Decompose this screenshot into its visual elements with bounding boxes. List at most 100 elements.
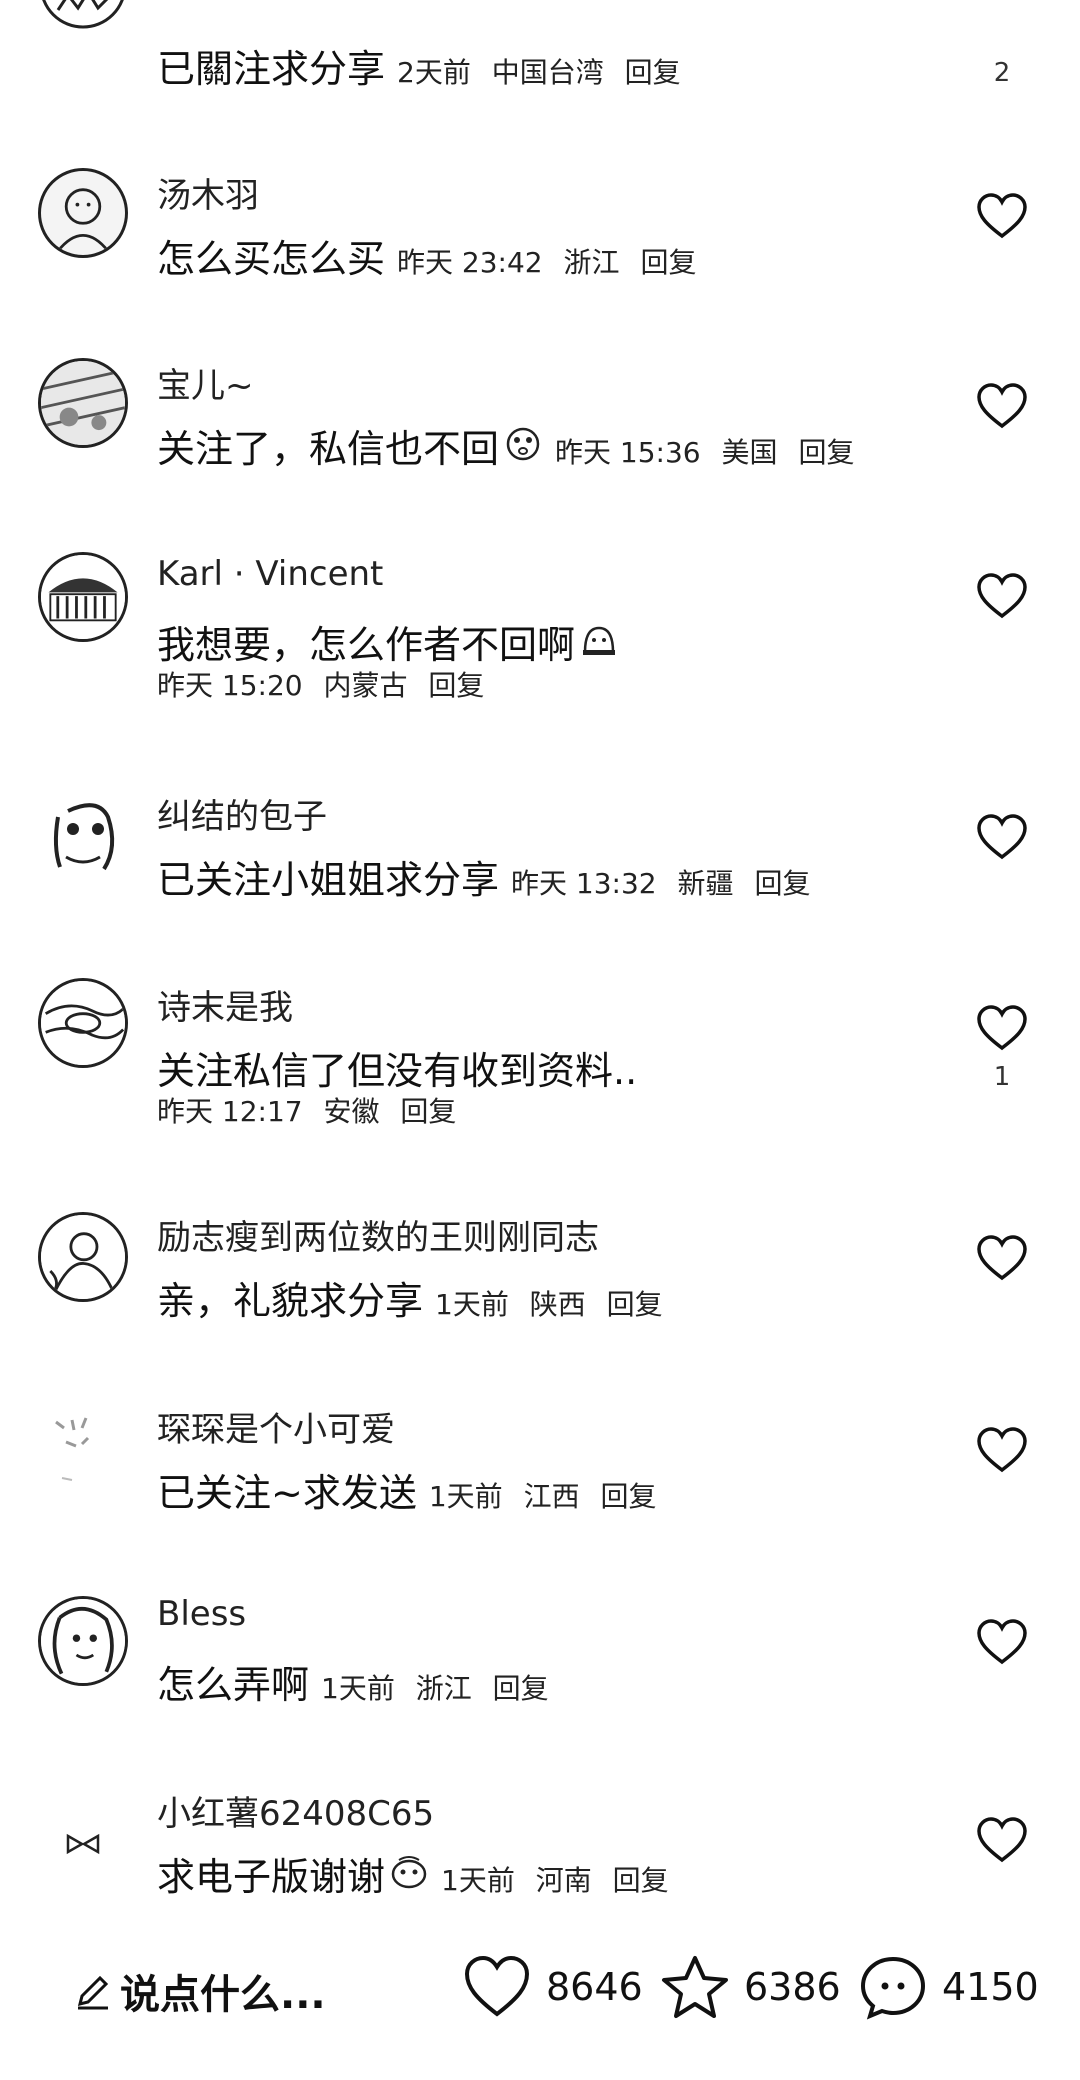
bottom-action-bar: 说点什么... 8646 6386 4150 <box>0 1940 1080 2040</box>
comment-time: 1天前 <box>435 1288 509 1321</box>
comment-meta: 1天前 陕西 回复 <box>435 1283 663 1323</box>
avatar[interactable] <box>38 0 128 30</box>
like-button[interactable] <box>972 813 1032 861</box>
heart-outline-icon <box>977 193 1027 239</box>
favorite-stat-button[interactable]: 6386 <box>660 1954 841 2020</box>
comment-meta: 昨天 13:32 新疆 回复 <box>511 862 810 902</box>
like-button[interactable] <box>972 572 1032 620</box>
comment-stat-button[interactable]: 4150 <box>858 1954 1039 2020</box>
heart-outline-icon <box>977 1817 1027 1863</box>
sticker-emoji-icon <box>389 1850 429 1890</box>
comment-time: 昨天 13:32 <box>511 867 657 900</box>
comment-text: 怎么弄啊 <box>157 1663 310 1707</box>
avatar[interactable] <box>38 787 128 877</box>
comment-time: 1天前 <box>428 1480 503 1513</box>
comment-author[interactable]: Karl · Vincent <box>157 554 383 594</box>
avatar[interactable] <box>38 552 128 642</box>
comment-meta: 昨天 12:17 安徽 回复 <box>157 1090 456 1130</box>
comment-time: 昨天 15:20 <box>157 669 303 702</box>
comment-time: 昨天 12:17 <box>157 1095 303 1128</box>
reply-button[interactable]: 回复 <box>754 867 810 900</box>
heart-outline-icon <box>977 1619 1027 1665</box>
like-stat-button[interactable]: 8646 <box>462 1954 643 2020</box>
comment-time: 2天前 <box>397 56 471 89</box>
like-count: 1 <box>993 1062 1011 1092</box>
avatar[interactable] <box>38 1798 128 1888</box>
heart-outline-icon <box>977 814 1027 860</box>
sticker-emoji-icon <box>503 422 543 462</box>
avatar[interactable] <box>38 1212 128 1302</box>
avatar[interactable] <box>38 358 128 448</box>
like-button[interactable] <box>972 1426 1032 1474</box>
comment-meta: 昨天 15:20 内蒙古 回复 <box>157 664 484 704</box>
reply-button[interactable]: 回复 <box>798 436 854 469</box>
comment-meta: 2天前 中国台湾 回复 <box>397 51 681 91</box>
comment-author[interactable]: 宝儿~ <box>157 358 254 407</box>
heart-outline-icon <box>977 1005 1027 1051</box>
comment-location: 浙江 <box>563 246 620 279</box>
comment-text: 我想要，怎么作者不回啊 <box>157 623 576 667</box>
avatar[interactable] <box>38 168 128 258</box>
comment-text: 关注私信了但没有收到资料.. <box>157 1049 638 1093</box>
like-button[interactable]: 1 <box>972 1004 1032 1092</box>
comment-location: 新疆 <box>677 867 734 900</box>
comment-input-button[interactable]: 说点什么... <box>72 1962 326 2020</box>
comment-text: 怎么买怎么买 <box>157 237 386 281</box>
comment-author[interactable]: 小红薯62408C65 <box>157 1786 434 1835</box>
comment-meta: 昨天 15:36 美国 回复 <box>555 431 854 471</box>
heart-outline-icon <box>977 383 1027 429</box>
comment-text: 求电子版谢谢 <box>157 1855 386 1899</box>
reply-button[interactable]: 回复 <box>607 1288 663 1321</box>
comment-author[interactable]: 汤木羽 <box>157 168 259 217</box>
like-button[interactable]: 2 <box>972 22 1032 88</box>
heart-outline-icon <box>464 1955 530 2017</box>
comment-count: 4150 <box>942 1965 1039 2009</box>
pencil-icon <box>77 1975 109 2010</box>
reply-button[interactable]: 回复 <box>400 1095 456 1128</box>
comment-meta: 1天前 河南 回复 <box>441 1859 669 1899</box>
reply-button[interactable]: 回复 <box>601 1480 657 1513</box>
heart-outline-icon <box>977 573 1027 619</box>
sticker-emoji-icon <box>579 618 619 658</box>
comment-time: 昨天 15:36 <box>555 436 701 469</box>
chat-bubble-icon <box>860 1956 926 2020</box>
comment-author[interactable]: 诗末是我 <box>157 980 293 1029</box>
like-count: 8646 <box>546 1965 643 2009</box>
comment-author[interactable]: Bless <box>157 1594 246 1634</box>
reply-button[interactable]: 回复 <box>625 56 681 89</box>
reply-button[interactable]: 回复 <box>613 1864 669 1897</box>
like-button[interactable] <box>972 382 1032 430</box>
avatar[interactable] <box>38 978 128 1068</box>
avatar[interactable] <box>38 1596 128 1686</box>
like-count: 2 <box>993 58 1011 88</box>
comment-location: 河南 <box>535 1864 592 1897</box>
reply-button[interactable]: 回复 <box>640 246 696 279</box>
like-button[interactable] <box>972 1816 1032 1864</box>
comment-meta: 1天前 浙江 回复 <box>321 1667 549 1707</box>
comment-author[interactable]: 励志瘦到两位数的王则刚同志 <box>157 1210 599 1259</box>
avatar[interactable] <box>38 1402 128 1492</box>
reply-button[interactable]: 回复 <box>493 1672 549 1705</box>
heart-outline-icon <box>977 1427 1027 1473</box>
comment-location: 美国 <box>721 436 778 469</box>
heart-outline-icon <box>977 1235 1027 1281</box>
comment-time: 昨天 23:42 <box>397 246 543 279</box>
comment-author[interactable]: 琛琛是个小可爱 <box>157 1402 395 1451</box>
comment-time: 1天前 <box>321 1672 395 1705</box>
star-outline-icon <box>662 1956 728 2018</box>
comment-location: 内蒙古 <box>323 669 408 702</box>
comment-text: 已關注求分享 <box>157 47 386 91</box>
comment-location: 浙江 <box>415 1672 472 1705</box>
comment-time: 1天前 <box>441 1864 515 1897</box>
like-button[interactable] <box>972 1234 1032 1282</box>
comment-location: 陕西 <box>529 1288 586 1321</box>
like-button[interactable] <box>972 192 1032 240</box>
comment-text: 已关注小姐姐求分享 <box>157 858 500 902</box>
comment-author[interactable]: 纠结的包子 <box>157 789 327 838</box>
comment-input-placeholder: 说点什么... <box>120 1972 326 2018</box>
favorite-count: 6386 <box>744 1965 841 2009</box>
like-button[interactable] <box>972 1618 1032 1666</box>
comment-location: 中国台湾 <box>491 56 604 89</box>
reply-button[interactable]: 回复 <box>428 669 484 702</box>
comment-text: 已关注~求发送 <box>157 1471 417 1515</box>
